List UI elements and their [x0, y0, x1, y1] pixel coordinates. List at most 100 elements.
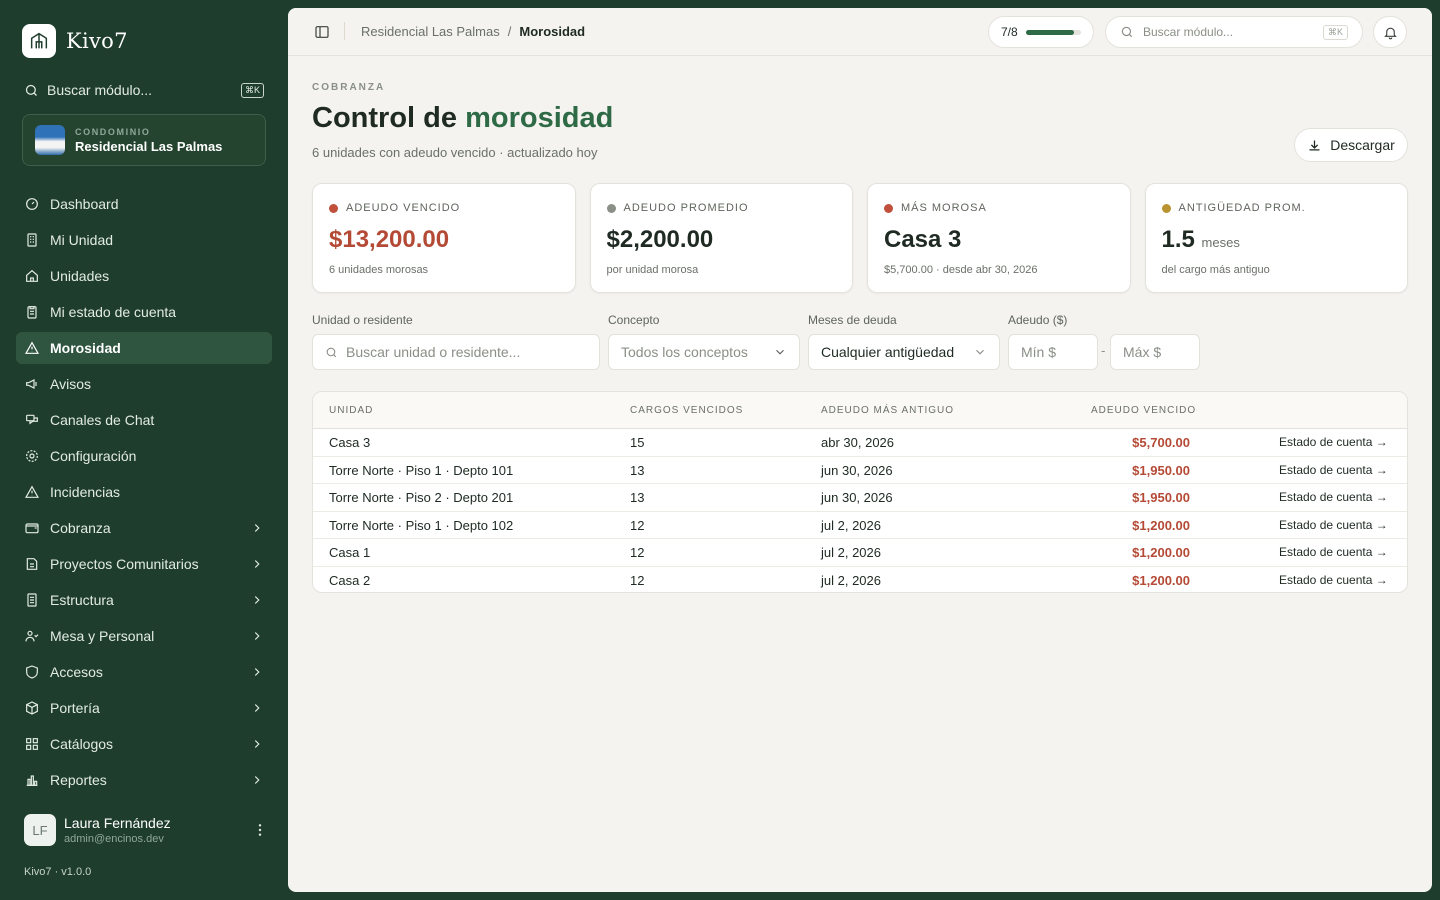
box-icon: [26, 701, 38, 715]
account-statement-link[interactable]: Estado de cuenta →: [1279, 463, 1388, 477]
setup-progress[interactable]: 7/8: [988, 16, 1094, 48]
filter-amount-label: Adeudo ($): [1008, 313, 1068, 327]
structure-icon: [27, 593, 37, 607]
cell-charges: 12: [630, 572, 645, 588]
sidebar-item-reportes[interactable]: Reportes: [16, 764, 272, 796]
sidebar-item-proyectos-comunitarios[interactable]: Proyectos Comunitarios: [16, 548, 272, 580]
brand[interactable]: Kivo7: [22, 24, 128, 58]
search-icon: [1121, 26, 1133, 38]
sidebar-item-morosidad[interactable]: Morosidad: [16, 332, 272, 364]
stat-card: MÁS MOROSA Casa 3 $5,700.00 · desde abr 30…: [867, 183, 1131, 293]
avatar: LF: [24, 814, 56, 846]
column-header-charges: CARGOS VENCIDOS: [630, 405, 744, 416]
stat-note: del cargo más antiguo: [1161, 264, 1270, 276]
download-label: Descargar: [1330, 137, 1395, 153]
account-statement-link[interactable]: Estado de cuenta →: [1279, 573, 1388, 587]
topbar-search[interactable]: Buscar módulo... ⌘K: [1105, 16, 1363, 48]
sidebar-item-unidades[interactable]: Unidades: [16, 260, 272, 292]
user-profile[interactable]: LF Laura Fernández admin@encinos.dev: [24, 814, 268, 846]
column-header-oldest: ADEUDO MÁS ANTIGUO: [821, 405, 955, 416]
breadcrumb-current: Morosidad: [519, 24, 586, 39]
cell-amount: $1,200.00: [1132, 517, 1190, 533]
sidebar-item-avisos[interactable]: Avisos: [16, 368, 272, 400]
page-title-accent: morosidad: [465, 102, 614, 134]
account-statement-link[interactable]: Estado de cuenta →: [1279, 518, 1388, 532]
gear-icon: [26, 450, 38, 462]
sidebar-item-accesos[interactable]: Accesos: [16, 656, 272, 688]
notifications-button[interactable]: [1373, 16, 1407, 48]
sidebar-nav: Dashboard Mi Unidad Unidades Mi estado de c…: [16, 188, 272, 800]
cell-charges: 13: [630, 490, 645, 505]
stat-value: 1.5: [1161, 226, 1195, 253]
sidebar-item-estructura[interactable]: Estructura: [16, 584, 272, 616]
sidebar-item-label: Canales de Chat: [50, 412, 155, 428]
sidebar-item-label: Mi estado de cuenta: [50, 304, 177, 320]
bell-icon: [1383, 27, 1397, 39]
sidebar-item-label: Cobranza: [50, 520, 111, 536]
page-subtitle: 6 unidades con adeudo vencido · actualiz…: [312, 145, 598, 160]
cell-oldest: jun 30, 2026: [821, 462, 893, 478]
sidebar-item-cobranza[interactable]: Cobranza: [16, 512, 272, 544]
table-body: Casa 3 15 abr 30, 2026 $5,700.00 Estado de c…: [313, 429, 1407, 593]
cell-unit: Casa 1: [329, 545, 371, 560]
concept-select-value: Todos los conceptos: [621, 344, 748, 360]
sidebar-item-dashboard[interactable]: Dashboard: [16, 188, 272, 220]
search-icon: [25, 84, 37, 96]
sidebar-item-configuración[interactable]: Configuración: [16, 440, 272, 472]
table-row: Casa 3 15 abr 30, 2026 $5,700.00 Estado de c…: [313, 429, 1407, 457]
sidebar-item-label: Morosidad: [50, 340, 121, 356]
sidebar-item-mi-estado-de-cuenta[interactable]: Mi estado de cuenta: [16, 296, 272, 328]
condo-label: CONDOMINIO: [75, 126, 151, 137]
sidebar-item-portería[interactable]: Portería: [16, 692, 272, 724]
condo-image: [35, 125, 65, 155]
sidebar-item-canales-de-chat[interactable]: Canales de Chat: [16, 404, 272, 436]
table-header: UNIDAD CARGOS VENCIDOS ADEUDO MÁS ANTIGU…: [313, 392, 1407, 429]
kivo7-logo-icon: [22, 24, 56, 58]
cell-unit: Casa 2: [329, 572, 371, 588]
sidebar-item-label: Catálogos: [50, 736, 114, 752]
stat-label: ADEUDO VENCIDO: [346, 202, 461, 214]
chevron-right-icon: [254, 524, 260, 532]
stat-card: ADEUDO VENCIDO $13,200.00 6 unidades moros…: [312, 183, 576, 293]
stat-value-row: $13,200.00: [329, 226, 559, 254]
sidebar-item-incidencias[interactable]: Incidencias: [16, 476, 272, 508]
breadcrumb-parent[interactable]: Residencial Las Palmas: [361, 24, 500, 39]
page-title: Control de morosidad: [312, 102, 613, 135]
breadcrumb-separator: /: [507, 24, 512, 39]
amount-max-input[interactable]: Máx $: [1110, 334, 1200, 370]
status-dot: [329, 203, 338, 213]
months-select[interactable]: Cualquier antigüedad: [808, 334, 1000, 370]
condo-selector[interactable]: CONDOMINIO Residencial Las Palmas: [22, 114, 266, 166]
setup-progress-fill: [1025, 29, 1075, 35]
search-icon: [326, 347, 337, 357]
building-icon: [27, 233, 37, 247]
grid-icon: [26, 738, 38, 750]
sidebar-toggle-icon[interactable]: [314, 24, 330, 40]
chevron-right-icon: [254, 560, 260, 568]
chevron-right-icon: [254, 668, 260, 676]
concept-select[interactable]: Todos los conceptos: [608, 334, 800, 370]
download-button[interactable]: Descargar: [1294, 128, 1408, 162]
account-statement-link[interactable]: Estado de cuenta →: [1279, 435, 1388, 449]
warning-icon: [24, 485, 40, 498]
account-statement-link[interactable]: Estado de cuenta →: [1279, 490, 1388, 504]
amount-min-input[interactable]: Mín $: [1008, 334, 1098, 370]
amount-min-placeholder: Mín $: [1021, 344, 1057, 360]
unit-search-input[interactable]: Buscar unidad o residente...: [312, 334, 600, 370]
cell-unit: Casa 3: [329, 435, 371, 450]
condo-name: Residencial Las Palmas: [75, 138, 223, 154]
stat-card: ADEUDO PROMEDIO $2,200.00 por unidad moros…: [589, 183, 853, 293]
column-header-amount: ADEUDO VENCIDO: [1091, 405, 1197, 416]
sidebar-item-catálogos[interactable]: Catálogos: [16, 728, 272, 760]
sidebar-item-mi-unidad[interactable]: Mi Unidad: [16, 224, 272, 256]
table-row: Casa 2 12 jul 2, 2026 $1,200.00 Estado de cu…: [313, 567, 1407, 593]
cell-amount: $1,950.00: [1132, 462, 1190, 478]
cell-oldest: jun 30, 2026: [821, 490, 893, 505]
account-statement-link[interactable]: Estado de cuenta →: [1279, 545, 1388, 559]
sidebar-search[interactable]: Buscar módulo... ⌘K: [24, 80, 264, 100]
sidebar-item-mesa-y-personal[interactable]: Mesa y Personal: [16, 620, 272, 652]
more-vertical-icon[interactable]: [252, 822, 268, 838]
cell-charges: 12: [630, 517, 645, 533]
sidebar-item-label: Reportes: [50, 772, 107, 788]
sidebar-item-label: Dashboard: [50, 196, 119, 212]
